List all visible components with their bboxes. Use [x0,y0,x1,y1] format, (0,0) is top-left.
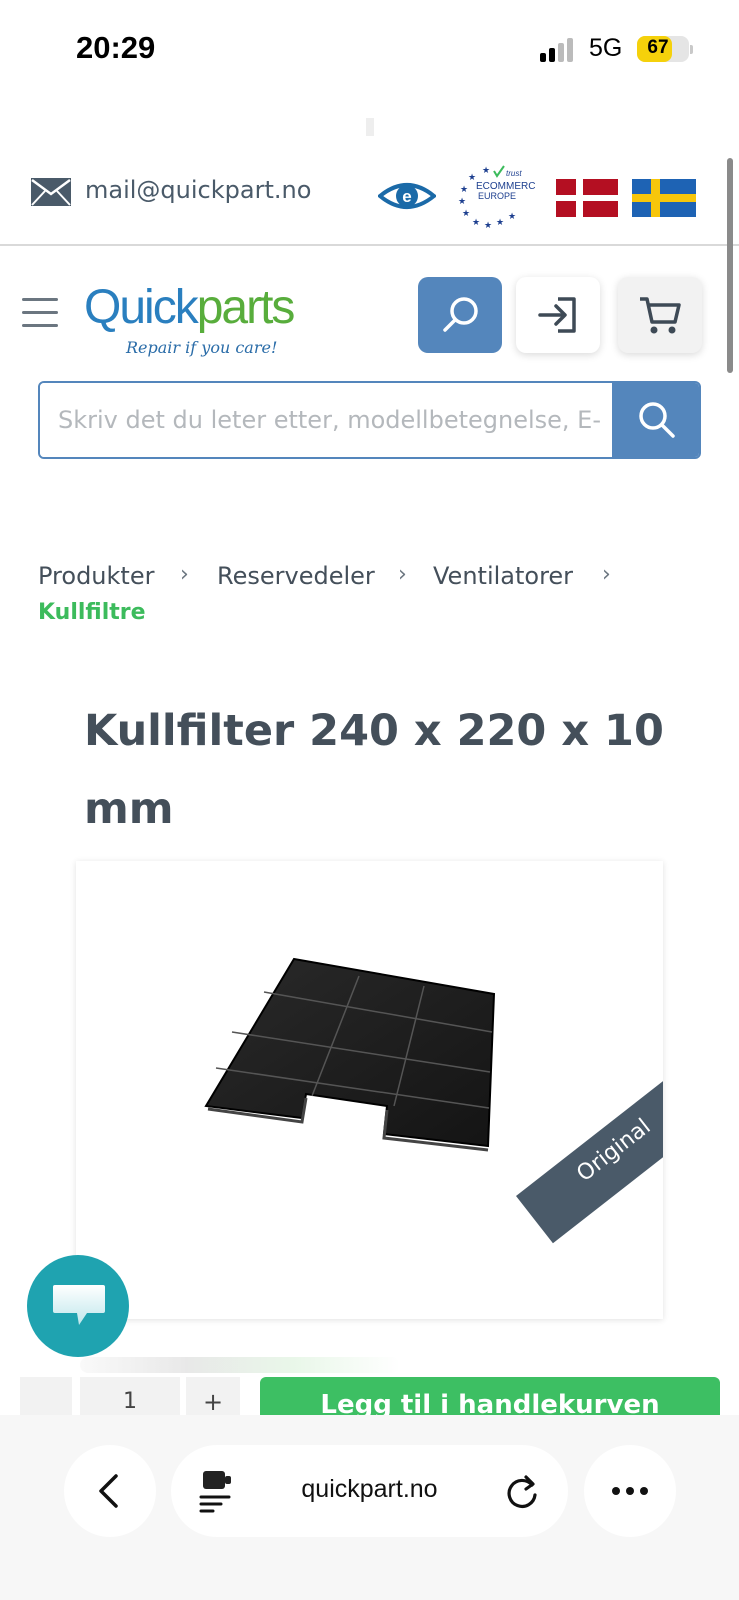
chat-button[interactable] [27,1255,129,1357]
browser-more-button[interactable] [584,1445,676,1537]
search-toggle-button[interactable] [418,277,502,353]
status-bar: 20:29 5G 67 [0,0,739,100]
reload-icon[interactable] [505,1473,539,1509]
ecommerce-europe-trust-logo[interactable]: ★★★★ ★ ★ ★★★ trust ECOMMERCE EUROPE [456,164,536,228]
add-to-cart-button[interactable]: Legg til i handlekurven [260,1377,720,1417]
signal-icon [540,38,576,62]
logo-word-part1: Quick [84,281,199,334]
top-info-bar: mail@quickpart.no e ★ ★ ★ ★ ★ ★ ★ ★ ★ trust ECO… [0,150,739,246]
breadcrumb-current[interactable]: Kullfiltre [38,600,146,625]
svg-text:★: ★ [458,196,466,206]
address-bar[interactable]: quickpart.no [171,1445,568,1537]
logo-word-part2: parts [196,281,296,334]
cart-icon [640,297,681,334]
login-button[interactable] [516,277,600,353]
quantity-decrease-button[interactable] [20,1377,72,1417]
search-icon [639,402,675,438]
quantity-increase-button[interactable]: + [186,1377,240,1417]
login-icon [538,297,576,333]
product-image-card[interactable]: Original [76,861,663,1319]
network-type: 5G [589,34,623,62]
cart-button[interactable] [618,277,702,353]
svg-text:★: ★ [484,220,492,228]
search-input[interactable] [40,383,612,457]
battery-icon: 67 [637,36,693,62]
sweden-flag-icon[interactable] [632,179,696,217]
mail-icon [31,178,71,206]
site-logo[interactable]: Quickparts Repair if you care! [84,280,324,360]
search-icon [443,297,478,332]
svg-text:e: e [402,187,411,206]
toast-fade-overlay [80,1357,400,1373]
denmark-flag-icon[interactable] [556,179,618,217]
svg-text:★: ★ [462,208,470,218]
breadcrumb-item-ventilatorer[interactable]: Ventilatorer [433,562,573,590]
trust-small-text: trust [506,169,522,178]
breadcrumb-item-reservedeler[interactable]: Reservedeler [217,562,375,590]
battery-level: 67 [647,37,669,58]
svg-text:★: ★ [460,184,468,194]
logo-wordmark: Quickparts [84,280,296,335]
chat-bubble-icon [53,1285,105,1325]
svg-text:★: ★ [508,211,516,221]
browser-back-button[interactable] [64,1445,156,1537]
trust-line2-text: EUROPE [478,191,516,201]
breadcrumb-separator-icon: › [180,562,189,587]
status-time: 20:29 [76,30,156,65]
svg-text:★: ★ [472,217,480,227]
quantity-input[interactable]: 1 [80,1377,180,1417]
search-bar [38,381,701,459]
breadcrumb-separator-icon: › [398,562,407,587]
breadcrumb-separator-icon: › [602,562,611,587]
eye-certification-icon[interactable]: e [378,178,436,214]
menu-icon[interactable] [22,298,58,328]
search-submit-button[interactable] [612,383,699,457]
ribbon-text: Original [572,1114,656,1187]
contact-email-link[interactable]: mail@quickpart.no [85,176,311,204]
original-ribbon: Original [516,1035,663,1244]
page-scrollbar[interactable] [727,158,733,373]
logo-tagline: Repair if you care! [126,338,278,357]
chevron-left-icon [99,1474,118,1508]
svg-text:★: ★ [496,217,504,227]
page-loading-indicator [366,118,374,136]
breadcrumb-item-produkter[interactable]: Produkter [38,562,154,590]
product-image [204,957,496,1152]
svg-text:★: ★ [468,172,476,182]
product-title: Kullfilter 240 x 220 x 10 mm [84,706,664,834]
svg-text:★: ★ [482,165,490,175]
ellipsis-icon [612,1487,648,1495]
browser-toolbar: quickpart.no [0,1415,739,1600]
